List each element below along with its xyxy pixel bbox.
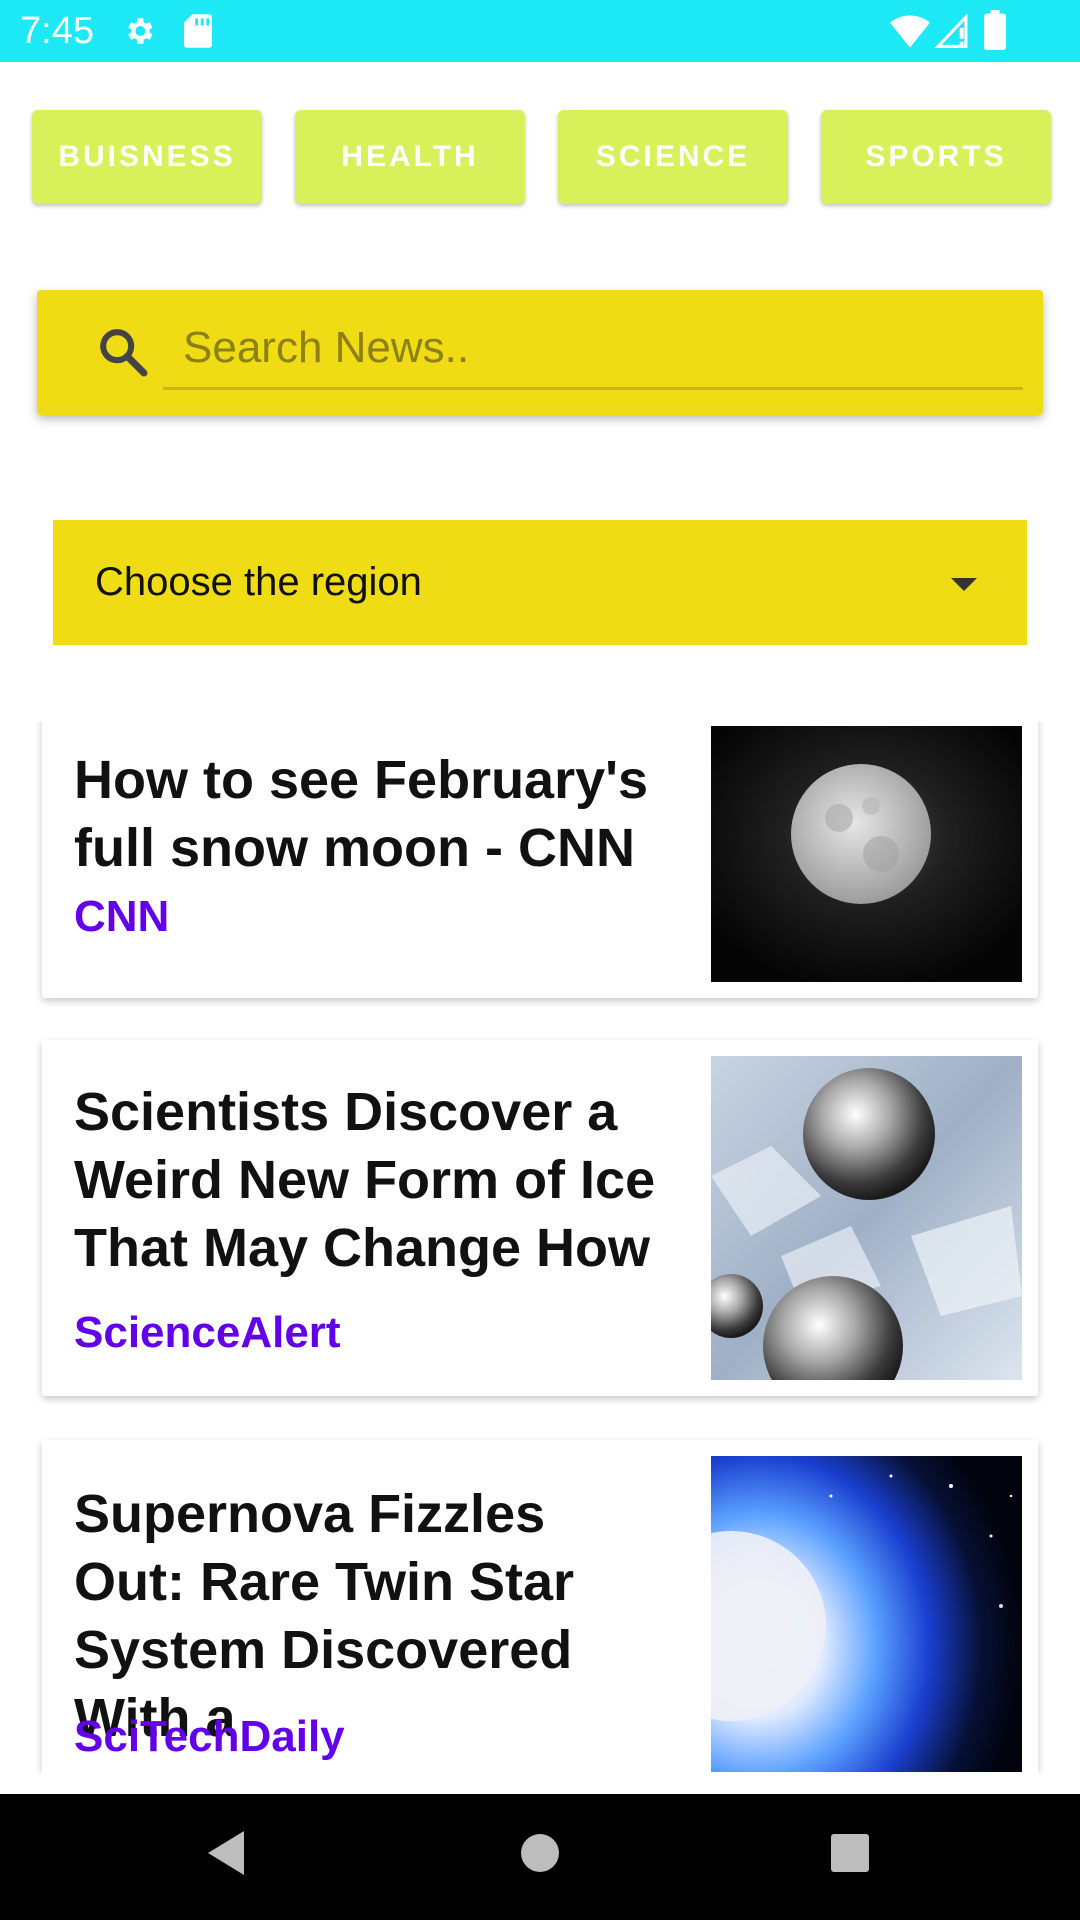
back-button[interactable]	[204, 1828, 248, 1883]
article-card[interactable]: Scientists Discover a Weird New Form of …	[42, 1040, 1038, 1396]
article-image-moon	[711, 726, 1022, 982]
article-card[interactable]: Supernova Fizzles Out: Rare Twin Star Sy…	[42, 1440, 1038, 1772]
search-icon[interactable]	[95, 324, 151, 385]
category-button-science[interactable]: SCIENCE	[558, 110, 788, 204]
navigation-bar	[0, 1794, 1080, 1920]
category-button-business[interactable]: BUISNESS	[32, 110, 262, 204]
status-bar: 7:45	[0, 0, 1080, 62]
article-source: SciTechDaily	[74, 1712, 345, 1761]
article-image-ice-spheres	[711, 1056, 1022, 1380]
article-card[interactable]: How to see February's full snow moon - C…	[42, 722, 1038, 998]
battery-icon	[984, 10, 1006, 55]
article-title: How to see February's full snow moon - C…	[74, 750, 649, 878]
article-source: ScienceAlert	[74, 1308, 341, 1357]
region-select[interactable]: Choose the region	[53, 520, 1027, 645]
category-button-sports[interactable]: SPORTS	[821, 110, 1051, 204]
article-list[interactable]: How to see February's full snow moon - C…	[0, 722, 1080, 1772]
dropdown-arrow-icon	[949, 576, 979, 597]
category-label: SCIENCE	[595, 140, 751, 173]
signal-icon	[934, 13, 970, 53]
category-label: HEALTH	[341, 140, 479, 173]
search-box	[37, 290, 1043, 415]
category-label: BUISNESS	[58, 140, 236, 173]
status-time: 7:45	[20, 10, 94, 52]
home-button[interactable]	[520, 1828, 560, 1883]
category-button-health[interactable]: HEALTH	[295, 110, 525, 204]
article-image-supernova	[711, 1456, 1022, 1772]
category-label: SPORTS	[865, 140, 1007, 173]
settings-icon	[122, 14, 156, 53]
article-title: Scientists Discover a Weird New Form of …	[74, 1082, 656, 1278]
search-input[interactable]	[163, 308, 1023, 390]
wifi-icon	[890, 14, 930, 53]
sd-card-icon	[184, 14, 212, 53]
region-selected-value: Choose the region	[95, 560, 422, 604]
recents-button[interactable]	[830, 1828, 870, 1883]
article-source: CNN	[74, 892, 170, 941]
